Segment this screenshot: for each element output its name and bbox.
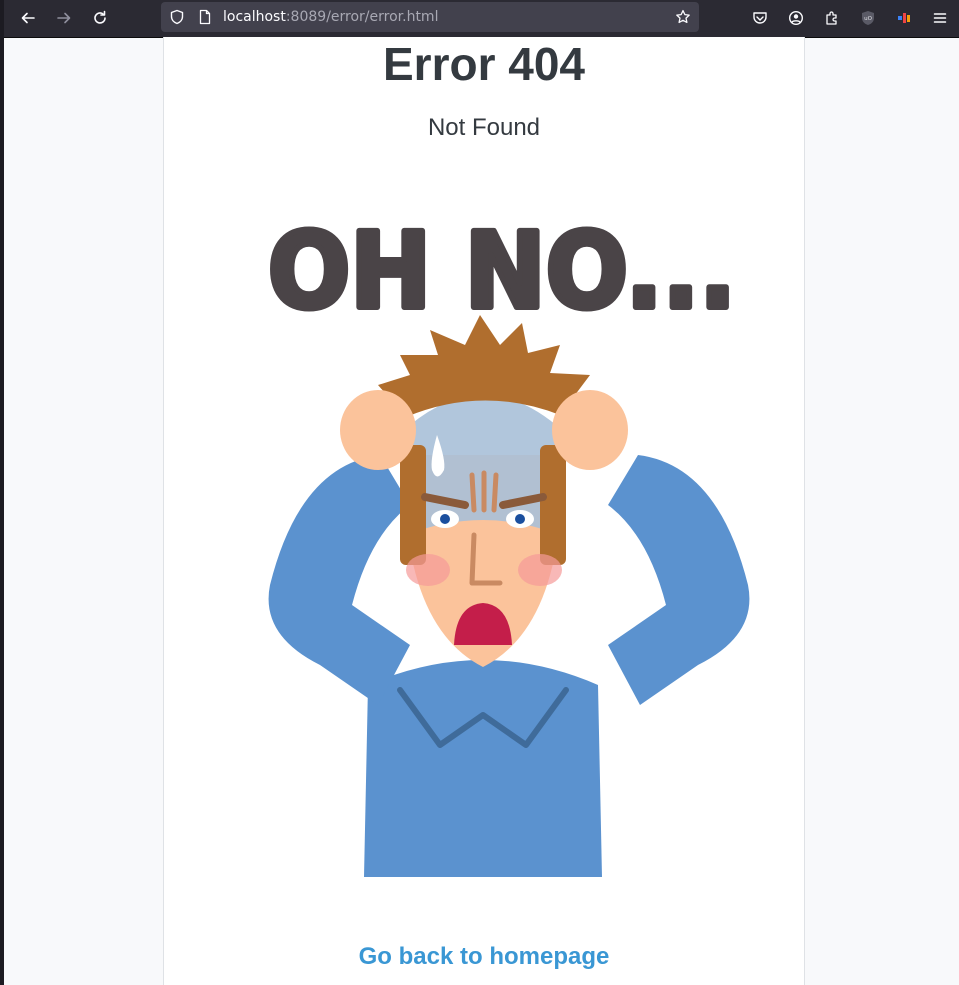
left-hand — [340, 390, 416, 470]
extensions-button[interactable] — [818, 4, 846, 32]
ublock-shield-icon: uO — [862, 11, 874, 25]
url-text[interactable]: localhost:8089/error/error.html — [223, 9, 438, 25]
hamburger-menu-icon — [933, 13, 947, 23]
reload-button[interactable] — [86, 4, 114, 32]
left-pupil — [440, 514, 450, 524]
right-pupil — [515, 514, 525, 524]
right-arm — [608, 455, 750, 705]
window-edge — [0, 0, 4, 985]
left-sideburn — [400, 445, 426, 565]
account-button[interactable] — [782, 4, 810, 32]
back-button[interactable] — [14, 4, 42, 32]
left-cheek — [406, 554, 450, 586]
forehead-shade — [406, 395, 560, 535]
arrow-right-icon — [57, 12, 71, 24]
bookmark-star-icon[interactable] — [675, 9, 691, 25]
extension-color-button[interactable] — [890, 4, 918, 32]
account-icon — [788, 10, 804, 26]
extension-flag-icon — [898, 13, 910, 23]
arrow-left-icon — [21, 12, 35, 24]
url-path: :8089/error/error.html — [285, 9, 439, 25]
svg-text:uO: uO — [864, 16, 872, 22]
pocket-button[interactable] — [746, 4, 774, 32]
puzzle-icon — [826, 11, 837, 25]
browser-toolbar: localhost:8089/error/error.html uO — [4, 0, 959, 38]
pocket-icon — [753, 12, 767, 24]
error-page-card: Error 404 Not Found OH NO... Go back to … — [163, 37, 805, 985]
homepage-link[interactable]: Go back to homepage — [164, 942, 804, 972]
right-cheek — [518, 554, 562, 586]
reload-icon — [94, 10, 106, 24]
url-host: localhost — [223, 9, 286, 25]
page-icon — [199, 9, 211, 25]
shield-icon[interactable] — [169, 9, 185, 25]
error-title: Error 404 — [382, 38, 585, 90]
right-sideburn — [540, 445, 566, 565]
forward-button[interactable] — [50, 4, 78, 32]
error-subtitle: Not Found — [427, 114, 541, 141]
oh-no-illustration: OH NO... — [265, 207, 750, 877]
ublock-button[interactable]: uO — [854, 4, 882, 32]
left-arm — [268, 455, 410, 705]
oh-no-lettering: OH NO... — [268, 210, 736, 332]
menu-button[interactable] — [926, 4, 954, 32]
url-bar[interactable]: localhost:8089/error/error.html — [161, 2, 699, 32]
right-hand — [552, 390, 628, 470]
